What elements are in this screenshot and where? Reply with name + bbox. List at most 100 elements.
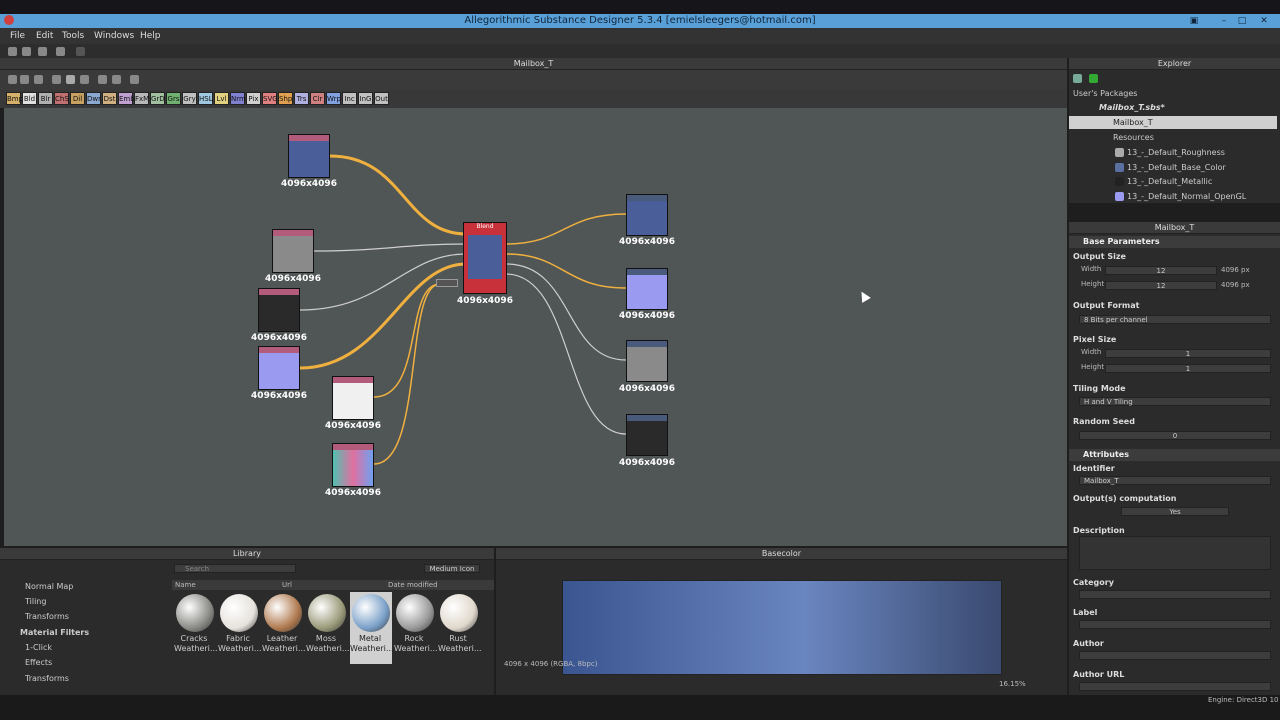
uniform-color-node[interactable] [436, 279, 458, 287]
undo-icon[interactable] [56, 47, 65, 56]
library-tree-item[interactable]: 1-Click [0, 640, 168, 655]
material-item[interactable]: Rock Weatheri... [394, 592, 438, 664]
material-item[interactable]: Metal Weatheri... [350, 592, 394, 664]
computation-button[interactable]: Yes [1121, 507, 1229, 516]
menu-file[interactable]: File [10, 28, 25, 44]
library-tree-item[interactable]: Transforms [0, 671, 168, 686]
redo-icon[interactable] [76, 47, 85, 56]
menu-windows[interactable]: Windows [94, 28, 134, 44]
graph-tab[interactable]: Mailbox_T [0, 58, 1067, 70]
library-search[interactable]: Search [174, 564, 296, 573]
filter-shp-button[interactable]: Shp [278, 92, 293, 105]
library-tree-item[interactable]: Effects [0, 655, 168, 670]
restore-icon[interactable]: ▣ [1186, 14, 1202, 28]
filter-wrp-button[interactable]: Wrp [326, 92, 341, 105]
pixel-height-slider[interactable]: 1 [1105, 364, 1271, 373]
filter-hsl-button[interactable]: HSL [198, 92, 213, 105]
output-node-metallic[interactable] [626, 414, 668, 456]
graph-canvas[interactable]: 4096x4096 4096x4096 4096x4096 4096x4096 … [4, 108, 1067, 546]
bitmap-node-mask[interactable] [332, 376, 374, 420]
new-icon[interactable] [8, 47, 17, 56]
blend-node[interactable]: Blend [463, 222, 507, 294]
info-icon[interactable] [34, 75, 43, 84]
attributes-header[interactable]: Attributes [1069, 449, 1280, 461]
graph-item-selected[interactable] [1069, 116, 1277, 129]
package-item[interactable]: Mailbox_T.sbs* [1099, 103, 1165, 112]
clock-icon[interactable] [112, 75, 121, 84]
author-input[interactable] [1079, 651, 1271, 660]
filter-svg-button[interactable]: SVG [262, 92, 278, 105]
pixel-width-slider[interactable]: 1 [1105, 349, 1271, 358]
filter-out-button[interactable]: Out [374, 92, 389, 105]
material-item[interactable]: Moss Weatheri... [306, 592, 350, 664]
library-tree-item[interactable]: Tiling [0, 594, 168, 609]
filter-bmp-button[interactable]: Bmp [6, 92, 23, 105]
filter-nrm-button[interactable]: Nrm [230, 92, 246, 105]
tiling-mode-select[interactable]: H and V Tiling [1079, 397, 1271, 406]
save-icon[interactable] [38, 47, 47, 56]
output-node-roughness[interactable] [626, 340, 668, 382]
link-icon[interactable] [80, 75, 89, 84]
material-item[interactable]: Rust Weatheri... [438, 592, 482, 664]
search-icon[interactable] [52, 75, 61, 84]
author-url-input[interactable] [1079, 682, 1271, 691]
col-url[interactable]: Url [282, 581, 292, 589]
bitmap-node-normal[interactable] [258, 346, 300, 390]
output-format-select[interactable]: 8 Bits per channel [1079, 315, 1271, 324]
open-icon[interactable] [22, 47, 31, 56]
resource-item[interactable]: 13_-_Default_Base_Color [1127, 163, 1226, 172]
filter-ing-button[interactable]: InG [358, 92, 373, 105]
filter-dil-button[interactable]: Dil [70, 92, 85, 105]
base-parameters-header[interactable]: Base Parameters [1069, 236, 1280, 248]
close-button[interactable]: ✕ [1256, 14, 1272, 28]
minimize-button[interactable]: – [1216, 14, 1232, 28]
filter-clr-button[interactable]: Clr [310, 92, 325, 105]
view-mode-select[interactable]: Medium Icon [424, 564, 480, 573]
material-item[interactable]: Fabric Weatheri... [218, 592, 262, 664]
filter-trs-button[interactable]: Trs [294, 92, 309, 105]
one-to-one-icon[interactable] [20, 75, 29, 84]
height-slider[interactable]: 12 [1105, 281, 1217, 290]
resources-folder[interactable]: Resources [1113, 133, 1154, 142]
bitmap-node-roughness[interactable] [272, 229, 314, 273]
texture-preview[interactable] [562, 580, 1002, 675]
align-icon[interactable] [98, 75, 107, 84]
description-input[interactable] [1079, 536, 1271, 570]
col-name[interactable]: Name [175, 581, 196, 589]
material-item[interactable]: Leather Weatheri... [262, 592, 306, 664]
filter-grs-button[interactable]: Grs [166, 92, 181, 105]
filter-inc-button[interactable]: Inc [342, 92, 357, 105]
play-icon[interactable] [1089, 74, 1098, 83]
menu-help[interactable]: Help [140, 28, 161, 44]
new-package-icon[interactable] [1073, 74, 1082, 83]
category-input[interactable] [1079, 590, 1271, 599]
resource-item[interactable]: 13_-_Default_Roughness [1127, 148, 1225, 157]
filter-chs-button[interactable]: ChS [54, 92, 69, 105]
maximize-button[interactable]: □ [1234, 14, 1250, 28]
select-icon[interactable] [66, 75, 75, 84]
filter-emb-button[interactable]: Emb [118, 92, 135, 105]
bitmap-node-metallic[interactable] [258, 288, 300, 332]
zoom-level[interactable]: 16.15% [999, 680, 1026, 688]
filter-bld-button[interactable]: Bld [22, 92, 37, 105]
col-date[interactable]: Date modified [388, 581, 438, 589]
filter-dwr-button[interactable]: Dwr [86, 92, 101, 105]
filter-blr-button[interactable]: Blr [38, 92, 53, 105]
label-input[interactable] [1079, 620, 1271, 629]
bitmap-node-basecolor[interactable] [288, 134, 330, 178]
output-node-normal[interactable] [626, 268, 668, 310]
filter-lvl-button[interactable]: Lvl [214, 92, 229, 105]
menu-tools[interactable]: Tools [62, 28, 84, 44]
filter-grd-button[interactable]: GrD [150, 92, 165, 105]
identifier-input[interactable]: Mailbox_T [1079, 476, 1271, 485]
resource-item[interactable]: 13_-_Default_Metallic [1127, 177, 1212, 186]
filter-dst-button[interactable]: Dst [102, 92, 117, 105]
bitmap-node-id[interactable] [332, 443, 374, 487]
library-tree-item[interactable]: Normal Map [0, 579, 168, 594]
library-tree-item[interactable]: Transforms [0, 609, 168, 624]
resource-item[interactable]: 13_-_Default_Normal_OpenGL [1127, 192, 1246, 201]
fit-icon[interactable] [8, 75, 17, 84]
filter-gry-button[interactable]: Gry [182, 92, 197, 105]
gear-icon[interactable] [130, 75, 139, 84]
filter-pix-button[interactable]: Pix [246, 92, 261, 105]
